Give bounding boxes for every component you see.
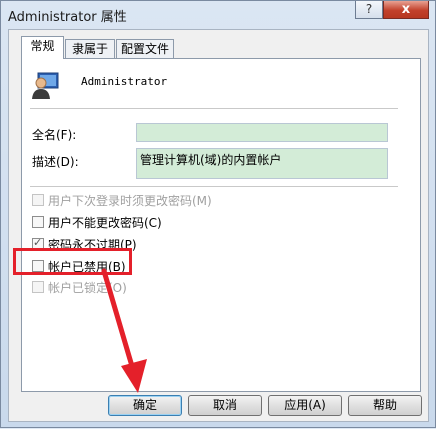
ok-button[interactable]: 确定 xyxy=(108,395,182,416)
help-button[interactable]: 帮助 xyxy=(348,395,422,416)
tab-general[interactable]: 常规 xyxy=(21,36,64,59)
apply-button[interactable]: 应用(A) xyxy=(268,395,342,416)
annotation-arrow-icon xyxy=(101,268,147,393)
properties-dialog: Administrator 属性 ? x 常规 隶属于 配置文件 Adminis… xyxy=(0,0,436,428)
cancel-button[interactable]: 取消 xyxy=(188,395,262,416)
